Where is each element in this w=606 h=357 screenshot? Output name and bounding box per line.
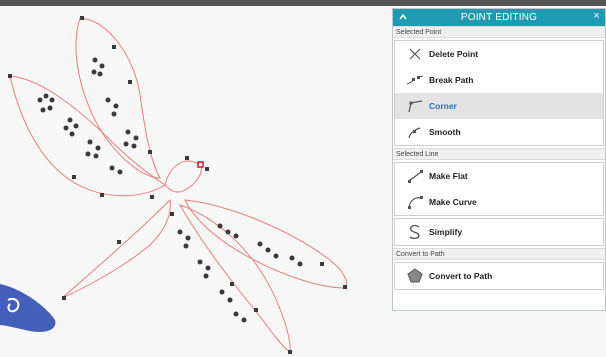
make-flat-icon <box>405 168 425 184</box>
convert-to-path-button[interactable]: Convert to Path <box>395 263 603 289</box>
break-path-button[interactable]: Break Path <box>395 67 603 93</box>
selected-line-group: Make Flat Make Curve <box>394 162 604 216</box>
selected-node <box>197 161 204 168</box>
panel-title-bar: POINT EDITING × <box>393 9 605 26</box>
wing-upper-long <box>9 75 166 197</box>
simplify-group: Simplify <box>394 218 604 246</box>
path-nodes <box>8 16 347 354</box>
smooth-icon <box>405 124 425 140</box>
close-icon[interactable]: × <box>590 10 603 23</box>
make-flat-label: Make Flat <box>429 171 468 181</box>
selected-point-group: Delete Point Break Path Corner Smooth <box>394 40 604 146</box>
section-header-convert-to-path: Convert to Path <box>393 248 605 260</box>
delete-point-button[interactable]: Delete Point <box>395 41 603 67</box>
section-header-selected-point: Selected Point <box>393 26 605 38</box>
simplify-button[interactable]: Simplify <box>395 219 603 245</box>
make-curve-label: Make Curve <box>429 197 477 207</box>
break-path-label: Break Path <box>429 75 474 85</box>
wing-lower-left <box>61 198 171 299</box>
dragonfly-body <box>164 160 202 193</box>
chevron-up-icon[interactable] <box>397 11 409 23</box>
x-icon <box>405 46 425 62</box>
break-path-icon <box>405 72 425 88</box>
corner-label: Corner <box>429 101 457 111</box>
point-editing-panel: POINT EDITING × Selected Point Delete Po… <box>392 8 606 311</box>
simplify-label: Simplify <box>429 227 463 237</box>
dragonfly-design[interactable] <box>0 0 392 357</box>
make-curve-button[interactable]: Make Curve <box>395 189 603 215</box>
swirl-nodes-lower-wings <box>177 223 303 323</box>
wing-right-upper <box>184 199 348 289</box>
panel-title: POINT EDITING <box>460 12 538 23</box>
delete-point-label: Delete Point <box>429 49 479 59</box>
corner-icon <box>405 98 425 114</box>
make-curve-icon <box>405 194 425 210</box>
convert-to-path-group: Convert to Path <box>394 262 604 290</box>
make-flat-button[interactable]: Make Flat <box>395 163 603 189</box>
smooth-button[interactable]: Smooth <box>395 119 603 145</box>
smooth-label: Smooth <box>429 127 461 137</box>
simplify-icon <box>405 224 425 240</box>
convert-to-path-label: Convert to Path <box>429 271 493 281</box>
swirl-nodes-top-wing <box>91 57 139 149</box>
section-header-selected-line: Selected Line <box>393 148 605 160</box>
corner-button[interactable]: Corner <box>395 93 603 119</box>
pentagon-icon <box>405 268 425 284</box>
